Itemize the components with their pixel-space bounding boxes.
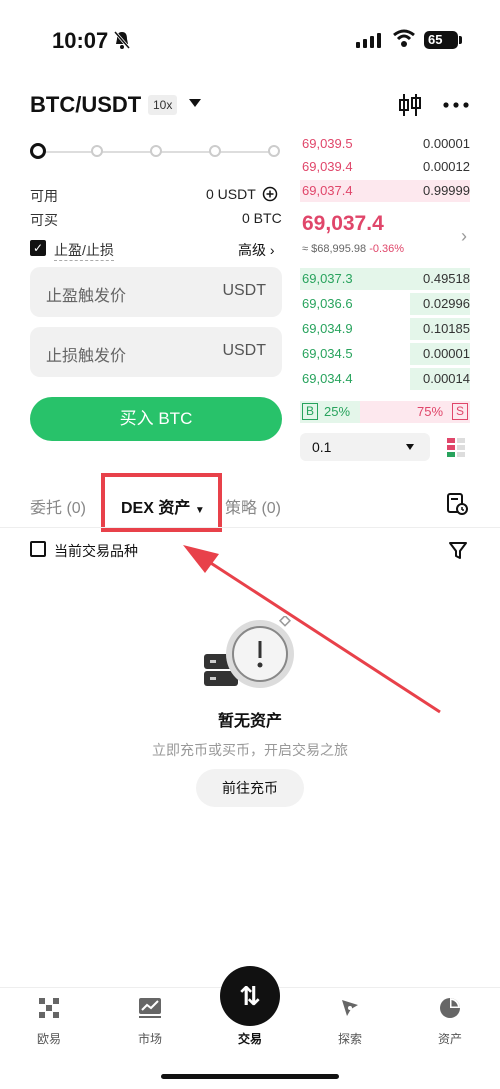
filter-icon[interactable] (448, 540, 468, 565)
nav-explore[interactable]: 探索 (320, 1030, 380, 1047)
nav-market[interactable]: 市场 (120, 1030, 180, 1047)
precision-caret-icon (406, 444, 414, 450)
pair-dropdown-caret-icon[interactable] (189, 99, 201, 107)
tpsl-checkbox[interactable]: ✓ (30, 240, 46, 256)
bid-price: 69,034.4 (302, 371, 353, 386)
last-price[interactable]: 69,037.4 (302, 212, 384, 236)
buyable-value: 0 BTC (242, 210, 282, 226)
bid-qty: 0.49518 (423, 271, 470, 286)
take-profit-placeholder: 止盈触发价 (46, 288, 127, 305)
slider-step-50[interactable] (150, 145, 162, 157)
buy-button[interactable]: 买入 BTC (30, 397, 282, 441)
tab-orders[interactable]: 委托 (0) (30, 494, 86, 518)
price-change: -0.36% (369, 243, 405, 255)
empty-subtitle: 立即充币或买币，开启交易之旅 (152, 742, 348, 758)
empty-title: 暂无资产 (217, 713, 282, 730)
advanced-link[interactable]: 高级 › (238, 240, 275, 260)
go-deposit-button[interactable]: 前往充币 (196, 769, 304, 807)
bid-qty: 0.00001 (423, 346, 470, 361)
tab-divider (0, 527, 500, 528)
buy-percent: 25% (324, 404, 351, 419)
chevron-right-icon[interactable]: › (461, 226, 467, 247)
bid-price: 69,034.5 (302, 346, 353, 361)
available-label: 可用 (30, 188, 58, 204)
current-pair-label[interactable]: 当前交易品种 (54, 541, 138, 561)
buy-sell-ratio-bar: B 25% 75% S (300, 401, 470, 423)
ask-qty: 0.00012 (423, 159, 470, 174)
sell-tag: S (452, 403, 468, 420)
available-value: 0 USDT (206, 186, 256, 202)
ask-price: 69,039.4 (302, 159, 353, 174)
slider-step-25[interactable] (91, 145, 103, 157)
stop-loss-unit: USDT (222, 342, 266, 359)
buy-tag: B (302, 403, 318, 420)
home-indicator (161, 1074, 339, 1079)
more-options-icon[interactable] (442, 96, 470, 119)
stop-loss-trigger-input[interactable]: 止损触发价 USDT (30, 327, 282, 377)
take-profit-unit: USDT (222, 282, 266, 299)
order-history-icon[interactable] (446, 492, 468, 521)
trading-pair-title[interactable]: BTC/USDT (30, 92, 141, 118)
bid-row[interactable]: 69,034.5 0.00001 (300, 343, 470, 365)
ask-price: 69,037.4 (302, 183, 353, 198)
empty-assets-illustration-icon (202, 614, 300, 699)
bid-qty: 0.10185 (423, 321, 470, 336)
tpsl-label[interactable]: 止盈/止损 (54, 240, 114, 261)
trade-swap-icon[interactable]: ⇅ (220, 966, 280, 1026)
ask-qty: 0.00001 (423, 136, 470, 151)
bid-price: 69,036.6 (302, 296, 353, 311)
bid-price: 69,034.9 (302, 321, 353, 336)
explore-compass-icon[interactable] (320, 997, 380, 1021)
index-price: ≈ $68,995.98 (302, 243, 367, 255)
bid-row[interactable]: 69,037.3 0.49518 (300, 268, 470, 290)
take-profit-trigger-input[interactable]: 止盈触发价 USDT (30, 267, 282, 317)
ask-row[interactable]: 69,039.4 0.00012 (300, 156, 470, 178)
leverage-badge[interactable]: 10x (148, 95, 178, 115)
orderbook-layout-icon[interactable] (446, 437, 466, 464)
nav-home[interactable]: 欧易 (19, 1030, 79, 1047)
ask-row[interactable]: 69,037.4 0.99999 (300, 180, 470, 202)
ask-qty: 0.99999 (423, 183, 470, 198)
battery-icon: 65 (424, 31, 458, 49)
bid-row[interactable]: 69,036.6 0.02996 (300, 293, 470, 315)
current-pair-checkbox[interactable] (30, 541, 46, 557)
add-funds-icon[interactable] (262, 186, 278, 207)
precision-select[interactable]: 0.1 (300, 433, 430, 461)
cellular-signal-icon (356, 33, 381, 48)
okx-home-icon[interactable] (19, 997, 79, 1021)
bid-price: 69,037.3 (302, 271, 353, 286)
bid-qty: 0.00014 (423, 371, 470, 386)
tab-strategy[interactable]: 策略 (0) (225, 494, 281, 518)
assets-pie-icon[interactable] (420, 997, 480, 1021)
bid-qty: 0.02996 (423, 296, 470, 311)
nav-trade[interactable]: 交易 (220, 1030, 280, 1047)
stop-loss-placeholder: 止损触发价 (46, 348, 127, 365)
bid-row[interactable]: 69,034.9 0.10185 (300, 318, 470, 340)
buyable-label: 可买 (30, 212, 58, 228)
precision-value: 0.1 (312, 439, 332, 455)
battery-cap (459, 36, 462, 44)
candlestick-chart-icon[interactable] (398, 92, 422, 123)
status-time: 10:07 (52, 28, 109, 53)
wifi-icon (392, 28, 416, 53)
slider-step-75[interactable] (209, 145, 221, 157)
slider-step-100[interactable] (268, 145, 280, 157)
bid-row[interactable]: 69,034.4 0.00014 (300, 368, 470, 390)
sell-percent: 75% (417, 404, 444, 419)
amount-slider-handle[interactable] (30, 143, 46, 159)
index-price-line: ≈ $68,995.98 -0.36% (302, 243, 404, 255)
market-chart-icon[interactable] (120, 997, 180, 1021)
highlight-box (101, 473, 222, 532)
nav-assets[interactable]: 资产 (420, 1030, 480, 1047)
bell-muted-icon (113, 30, 131, 55)
ask-price: 69,039.5 (302, 136, 353, 151)
ask-row[interactable]: 69,039.5 0.00001 (300, 133, 470, 155)
